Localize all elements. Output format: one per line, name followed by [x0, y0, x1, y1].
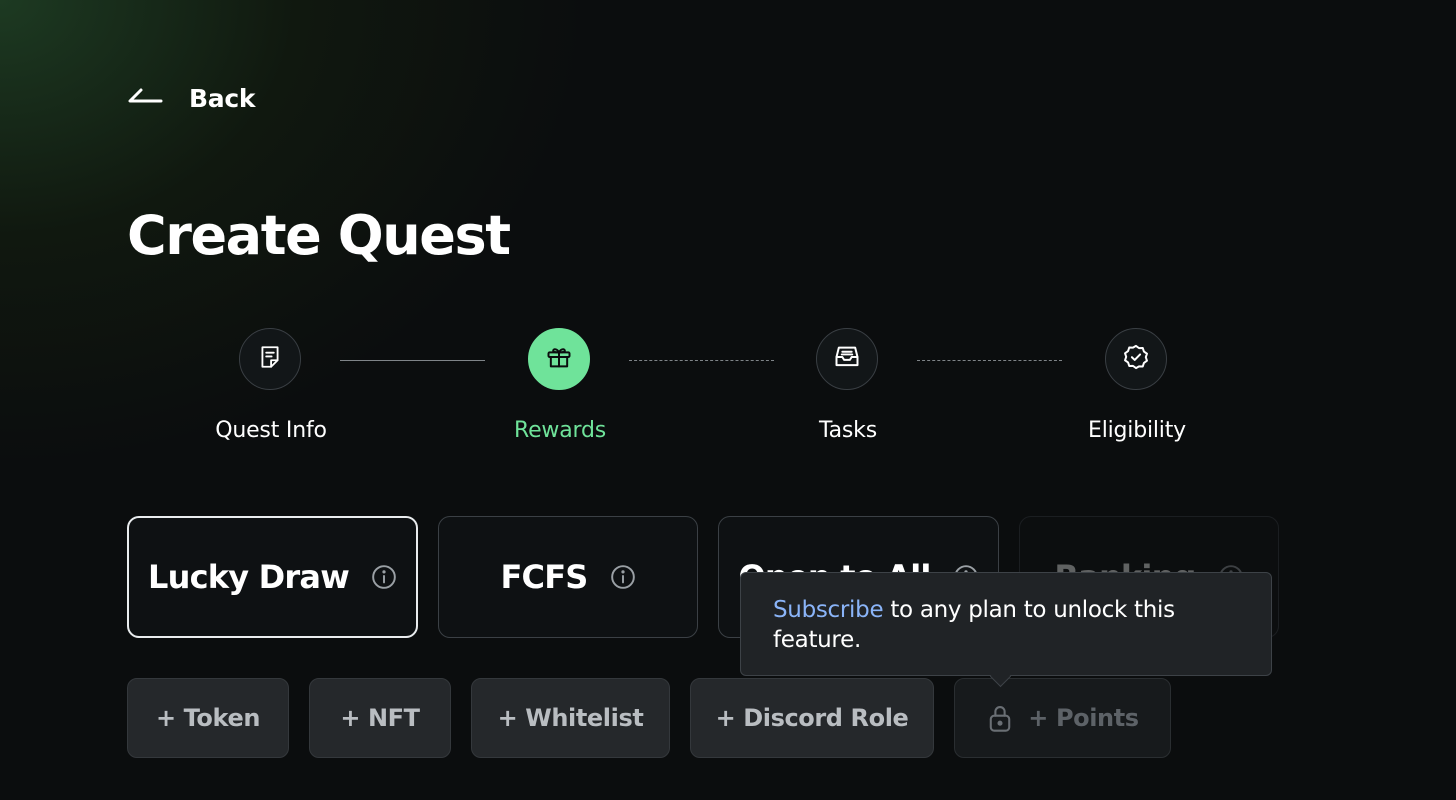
step-eligibility[interactable] [1105, 328, 1167, 390]
step-label-rewards: Rewards [514, 418, 606, 443]
chip-label: + Points [1028, 704, 1139, 732]
add-whitelist-button[interactable]: + Whitelist [471, 678, 670, 758]
step-connector [629, 360, 774, 361]
step-connector [340, 360, 485, 361]
reward-type-label: FCFS [500, 558, 588, 596]
note-icon [257, 344, 283, 374]
step-tasks[interactable] [816, 328, 878, 390]
step-quest-info[interactable] [239, 328, 301, 390]
gift-icon [545, 343, 573, 375]
add-points-button[interactable]: + Points [954, 678, 1171, 758]
reward-type-lucky-draw[interactable]: Lucky Draw [127, 516, 418, 638]
info-icon[interactable] [610, 564, 636, 590]
step-label-quest-info: Quest Info [215, 418, 327, 443]
badge-check-icon [1122, 343, 1150, 375]
step-label-eligibility: Eligibility [1088, 418, 1186, 443]
lock-icon [986, 703, 1014, 733]
step-connector [917, 360, 1062, 361]
subscribe-tooltip: Subscribe to any plan to unlock this fea… [740, 572, 1272, 676]
info-icon[interactable] [371, 564, 397, 590]
page-title: Create Quest [127, 204, 511, 267]
step-label-tasks: Tasks [819, 418, 877, 443]
chip-label: + Discord Role [715, 704, 909, 732]
subscribe-link[interactable]: Subscribe [773, 597, 884, 623]
add-nft-button[interactable]: + NFT [309, 678, 451, 758]
step-rewards[interactable] [528, 328, 590, 390]
back-label: Back [189, 83, 256, 113]
reward-type-label: Lucky Draw [148, 558, 350, 596]
chip-label: + Whitelist [497, 704, 644, 732]
back-button[interactable]: Back [127, 82, 255, 114]
reward-type-fcfs[interactable]: FCFS [438, 516, 698, 638]
arrow-left-icon [127, 87, 163, 109]
add-token-button[interactable]: + Token [127, 678, 289, 758]
chip-label: + NFT [340, 704, 420, 732]
inbox-icon [833, 343, 861, 375]
add-discord-role-button[interactable]: + Discord Role [690, 678, 934, 758]
chip-label: + Token [155, 704, 261, 732]
